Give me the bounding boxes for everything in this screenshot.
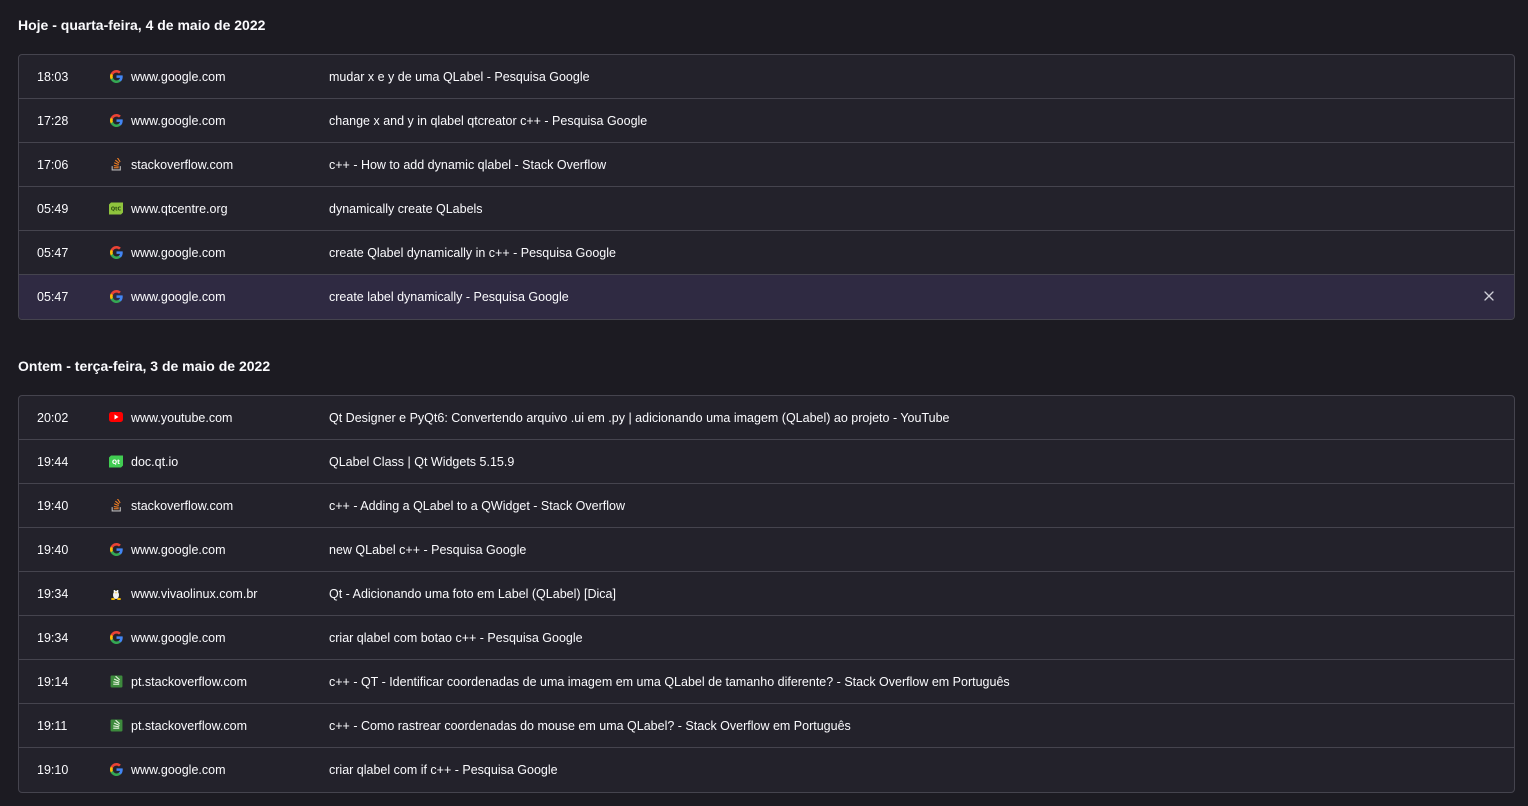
visit-time: 19:40 xyxy=(37,499,69,513)
page-title-link[interactable]: c++ - How to add dynamic qlabel - Stack … xyxy=(329,143,606,187)
stackoverflow-icon xyxy=(109,157,123,171)
google-icon xyxy=(109,762,123,776)
history-row[interactable]: 20:02 www.youtube.com Qt Designer e PyQt6:… xyxy=(19,396,1514,440)
google-icon xyxy=(109,289,123,303)
history-row[interactable]: 19:10 www.google.com criar qlabel com if c… xyxy=(19,748,1514,792)
history-group-today: 18:03 www.google.com mudar x e y de uma QL… xyxy=(18,54,1515,320)
visit-time: 05:47 xyxy=(37,246,69,260)
site-domain: www.youtube.com xyxy=(131,411,233,425)
group-heading-yesterday: Ontem - terça-feira, 3 de maio de 2022 xyxy=(18,358,271,374)
page-title-link[interactable]: QLabel Class | Qt Widgets 5.15.9 xyxy=(329,440,514,484)
page-title-link[interactable]: create label dynamically - Pesquisa Goog… xyxy=(329,275,569,319)
history-row[interactable]: 19:40 www.google.com new QLabel c++ - Pesq… xyxy=(19,528,1514,572)
history-row[interactable]: 19:14 pt.stackoverflow.com c++ - QT - Iden… xyxy=(19,660,1514,704)
pt-stackoverflow-icon xyxy=(109,674,123,688)
page-title-link[interactable]: c++ - Como rastrear coordenadas do mouse… xyxy=(329,704,851,748)
visit-time: 19:10 xyxy=(37,763,69,777)
group-heading-today: Hoje - quarta-feira, 4 de maio de 2022 xyxy=(18,17,266,33)
page-title-link[interactable]: new QLabel c++ - Pesquisa Google xyxy=(329,528,526,572)
history-row[interactable]: 19:11 pt.stackoverflow.com c++ - Como rast… xyxy=(19,704,1514,748)
svg-text:QtC: QtC xyxy=(111,206,122,212)
site-domain: www.vivaolinux.com.br xyxy=(131,587,258,601)
page-title-link[interactable]: c++ - QT - Identificar coordenadas de um… xyxy=(329,660,1010,704)
google-icon xyxy=(109,69,123,83)
visit-time: 19:34 xyxy=(37,587,69,601)
history-row[interactable]: 17:06 stackoverflow.com c++ - How to add d… xyxy=(19,143,1514,187)
history-row[interactable]: 18:03 www.google.com mudar x e y de uma QL… xyxy=(19,55,1514,99)
pt-stackoverflow-icon xyxy=(109,718,123,732)
visit-time: 17:06 xyxy=(37,158,69,172)
history-row[interactable]: 19:44 Qt doc.qt.io QLabel Class | Qt Widget… xyxy=(19,440,1514,484)
visit-time: 05:49 xyxy=(37,202,69,216)
google-icon xyxy=(109,630,123,644)
youtube-icon xyxy=(109,410,123,424)
tux-icon xyxy=(109,586,123,600)
site-domain: pt.stackoverflow.com xyxy=(131,719,248,733)
site-domain: stackoverflow.com xyxy=(131,499,234,513)
site-domain: stackoverflow.com xyxy=(131,158,234,172)
site-domain: www.qtcentre.org xyxy=(131,202,228,216)
visit-time: 19:14 xyxy=(37,675,69,689)
history-row[interactable]: 19:34 www.google.com criar qlabel com bota… xyxy=(19,616,1514,660)
site-domain: doc.qt.io xyxy=(131,455,179,469)
site-domain: www.google.com xyxy=(131,114,226,128)
stackoverflow-icon xyxy=(109,498,123,512)
history-row[interactable]: 05:49 QtC www.qtcentre.org dynamically crea… xyxy=(19,187,1514,231)
page-title-link[interactable]: Qt - Adicionando uma foto em Label (QLab… xyxy=(329,572,616,616)
visit-time: 19:34 xyxy=(37,631,69,645)
page-title-link[interactable]: create Qlabel dynamically in c++ - Pesqu… xyxy=(329,231,616,275)
google-icon xyxy=(109,113,123,127)
visit-time: 19:11 xyxy=(37,719,68,733)
visit-time: 05:47 xyxy=(37,290,69,304)
page-title-link[interactable]: mudar x e y de uma QLabel - Pesquisa Goo… xyxy=(329,55,590,99)
history-row[interactable]: 05:47 www.google.com create Qlabel dynamic… xyxy=(19,231,1514,275)
visit-time: 19:40 xyxy=(37,543,69,557)
history-page: Hoje - quarta-feira, 4 de maio de 2022 1… xyxy=(0,0,1528,806)
visit-time: 18:03 xyxy=(37,70,69,84)
visit-time: 19:44 xyxy=(37,455,69,469)
visit-time: 20:02 xyxy=(37,411,69,425)
page-title-link[interactable]: criar qlabel com if c++ - Pesquisa Googl… xyxy=(329,748,558,792)
page-title-link[interactable]: Qt Designer e PyQt6: Convertendo arquivo… xyxy=(329,396,950,440)
svg-text:Qt: Qt xyxy=(112,459,120,466)
google-icon xyxy=(109,245,123,259)
google-icon xyxy=(109,542,123,556)
qt-icon: Qt xyxy=(109,454,123,468)
page-title-link[interactable]: dynamically create QLabels xyxy=(329,187,483,231)
page-title-link[interactable]: c++ - Adding a QLabel to a QWidget - Sta… xyxy=(329,484,625,528)
history-group-yesterday: 20:02 www.youtube.com Qt Designer e PyQt6:… xyxy=(18,395,1515,793)
site-domain: www.google.com xyxy=(131,290,226,304)
qtcentre-icon: QtC xyxy=(109,201,123,215)
remove-entry-close-icon[interactable] xyxy=(1482,289,1496,303)
site-domain: www.google.com xyxy=(131,246,226,260)
page-title-link[interactable]: change x and y in qlabel qtcreator c++ -… xyxy=(329,99,647,143)
visit-time: 17:28 xyxy=(37,114,69,128)
site-domain: www.google.com xyxy=(131,543,226,557)
history-row[interactable]: 17:28 www.google.com change x and y in qla… xyxy=(19,99,1514,143)
site-domain: www.google.com xyxy=(131,70,226,84)
site-domain: www.google.com xyxy=(131,631,226,645)
site-domain: pt.stackoverflow.com xyxy=(131,675,248,689)
history-row[interactable]: 19:34 www.vivaolinux.com.br Qt - Adicionan… xyxy=(19,572,1514,616)
site-domain: www.google.com xyxy=(131,763,226,777)
history-row[interactable]: 19:40 stackoverflow.com c++ - Adding a QLa… xyxy=(19,484,1514,528)
page-title-link[interactable]: criar qlabel com botao c++ - Pesquisa Go… xyxy=(329,616,583,660)
history-row[interactable]: 05:47 www.google.com create label dynamica… xyxy=(19,275,1514,319)
